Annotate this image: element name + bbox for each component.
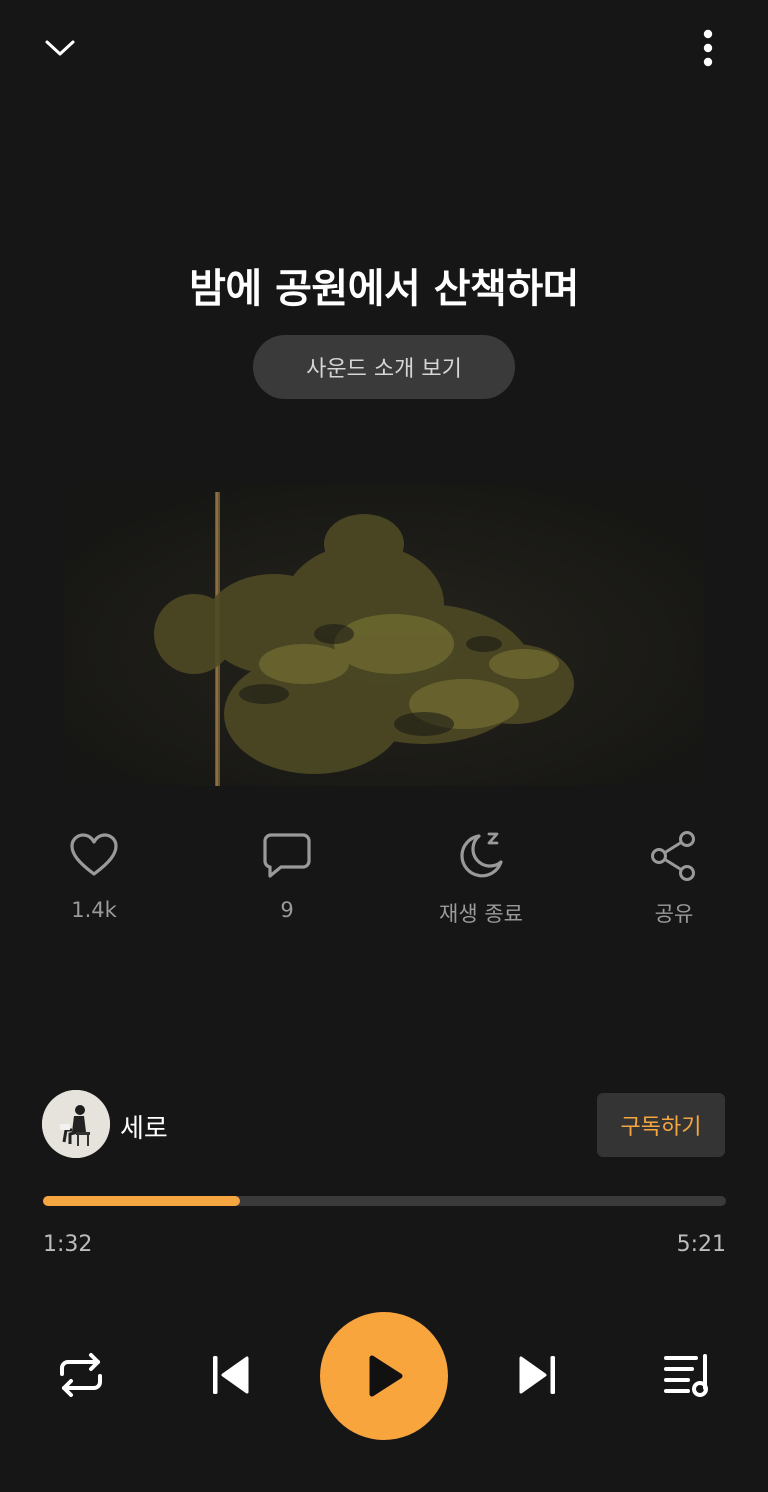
progress-bar[interactable] xyxy=(43,1196,726,1206)
skip-next-icon xyxy=(519,1356,555,1394)
sleep-timer-button[interactable]: 재생 종료 xyxy=(411,828,551,938)
more-options-button[interactable] xyxy=(688,24,728,72)
track-title: 밤에 공원에서 산책하며 xyxy=(189,266,579,312)
skip-previous-icon xyxy=(213,1356,249,1394)
share-icon xyxy=(651,831,695,881)
sleep-timer-label: 재생 종료 xyxy=(439,902,523,926)
comment-icon xyxy=(263,833,311,878)
playback-controls xyxy=(0,1312,768,1442)
share-label: 공유 xyxy=(654,902,694,926)
repeat-icon xyxy=(60,1353,102,1397)
playlist-button[interactable] xyxy=(656,1344,718,1406)
chevron-down-icon xyxy=(45,40,75,56)
sleep-timer-icon xyxy=(460,832,503,878)
comment-button[interactable]: 9 xyxy=(217,828,357,938)
collapse-button[interactable] xyxy=(36,24,84,72)
next-button[interactable] xyxy=(506,1344,568,1406)
cover-image xyxy=(64,484,704,786)
more-vertical-icon xyxy=(703,29,713,67)
subscribe-button[interactable]: 구독하기 xyxy=(597,1093,725,1157)
avatar[interactable] xyxy=(42,1090,110,1158)
play-icon xyxy=(369,1355,403,1397)
play-button[interactable] xyxy=(320,1312,448,1440)
creator-row: 세로 구독하기 xyxy=(42,1090,726,1160)
previous-button[interactable] xyxy=(200,1344,262,1406)
like-count: 1.4k xyxy=(71,898,117,922)
player-screen: 밤에 공원에서 산책하며 사운드 소개 보기 1.4k 9 재생 종료 공유 세… xyxy=(0,0,768,1492)
current-time: 1:32 xyxy=(43,1232,93,1257)
repeat-button[interactable] xyxy=(50,1344,112,1406)
creator-name[interactable]: 세로 xyxy=(120,1108,168,1145)
like-button[interactable]: 1.4k xyxy=(24,828,164,938)
comment-count: 9 xyxy=(280,898,294,922)
heart-icon xyxy=(70,833,118,876)
progress-fill xyxy=(43,1196,240,1206)
action-bar: 1.4k 9 재생 종료 공유 xyxy=(0,828,768,938)
share-button[interactable]: 공유 xyxy=(604,828,744,938)
playlist-icon xyxy=(664,1354,708,1397)
sound-intro-button[interactable]: 사운드 소개 보기 xyxy=(253,335,515,399)
total-time: 5:21 xyxy=(676,1232,726,1257)
